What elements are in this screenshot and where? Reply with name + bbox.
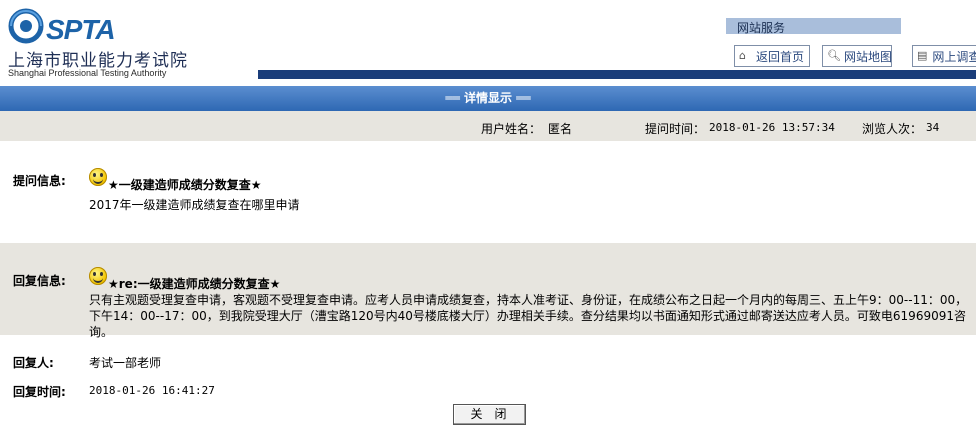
user-name-value: 匿名	[548, 122, 573, 136]
smiley-icon	[89, 168, 107, 186]
ask-time-value: 2018-01-26 13:57:34	[709, 121, 835, 134]
replier-value: 考试一部老师	[89, 356, 162, 370]
page-title: ══ 详情显示 ══	[445, 91, 531, 105]
site-logo[interactable]: SPTA 上海市职业能力考试院 Shanghai Professional Te…	[8, 8, 218, 78]
meta-row: 用户姓名： 匿名 提问时间： 2018-01-26 13:57:34 浏览人次：…	[0, 111, 976, 141]
replier-label: 回复人:	[13, 356, 54, 370]
answer-section: 回复信息: ★re:一级建造师成绩分数复查★ 只有主观题受理复查申请，客观题不受…	[0, 243, 976, 339]
logo-english-name: Shanghai Professional Testing Authority	[8, 68, 167, 78]
logo-swirl-icon	[8, 8, 44, 44]
nav-survey-button[interactable]: ▤ 网上调查	[912, 45, 976, 67]
nav-home-label: 返回首页	[756, 49, 805, 64]
nav-home-button[interactable]: ⌂ 返回首页	[734, 45, 810, 67]
nav-sitemap-button[interactable]: 🔍︎ 网站地图	[822, 45, 892, 67]
service-label: 网站服务	[737, 21, 786, 35]
nav-sitemap-label: 网站地图	[844, 49, 892, 64]
nav-survey-label: 网上调查	[932, 49, 976, 64]
home-icon: ⌂	[739, 49, 746, 62]
ask-time-label: 提问时间：	[645, 122, 706, 136]
answer-body: 只有主观题受理复查申请，客观题不受理复查申请。应考人员申请成绩复查，持本人准考证…	[89, 293, 968, 339]
answer-title: ★re:一级建造师成绩分数复查★	[108, 277, 281, 291]
question-title: ★一级建造师成绩分数复查★	[108, 178, 262, 192]
views-label: 浏览人次：	[862, 122, 923, 136]
question-label: 提问信息:	[13, 174, 66, 188]
logo-brand: SPTA	[46, 14, 116, 45]
user-name-label: 用户姓名：	[481, 122, 542, 136]
smiley-icon	[89, 267, 107, 285]
views-value: 34	[926, 121, 940, 134]
question-body: 2017年一级建造师成绩复查在哪里申请	[89, 198, 300, 212]
document-icon: ▤	[917, 49, 928, 62]
title-bar: ══ 详情显示 ══	[0, 86, 976, 111]
search-icon: 🔍︎	[827, 49, 841, 62]
answer-label: 回复信息:	[13, 274, 66, 288]
close-button[interactable]: 关闭	[453, 404, 526, 425]
service-bar: 网站服务	[726, 18, 901, 35]
header-strip	[258, 70, 976, 79]
question-section: 提问信息: ★一级建造师成绩分数复查★ 2017年一级建造师成绩复查在哪里申请	[0, 141, 976, 243]
reply-time-value: 2018-01-26 16:41:27	[89, 384, 215, 397]
reply-time-label: 回复时间:	[13, 385, 66, 399]
